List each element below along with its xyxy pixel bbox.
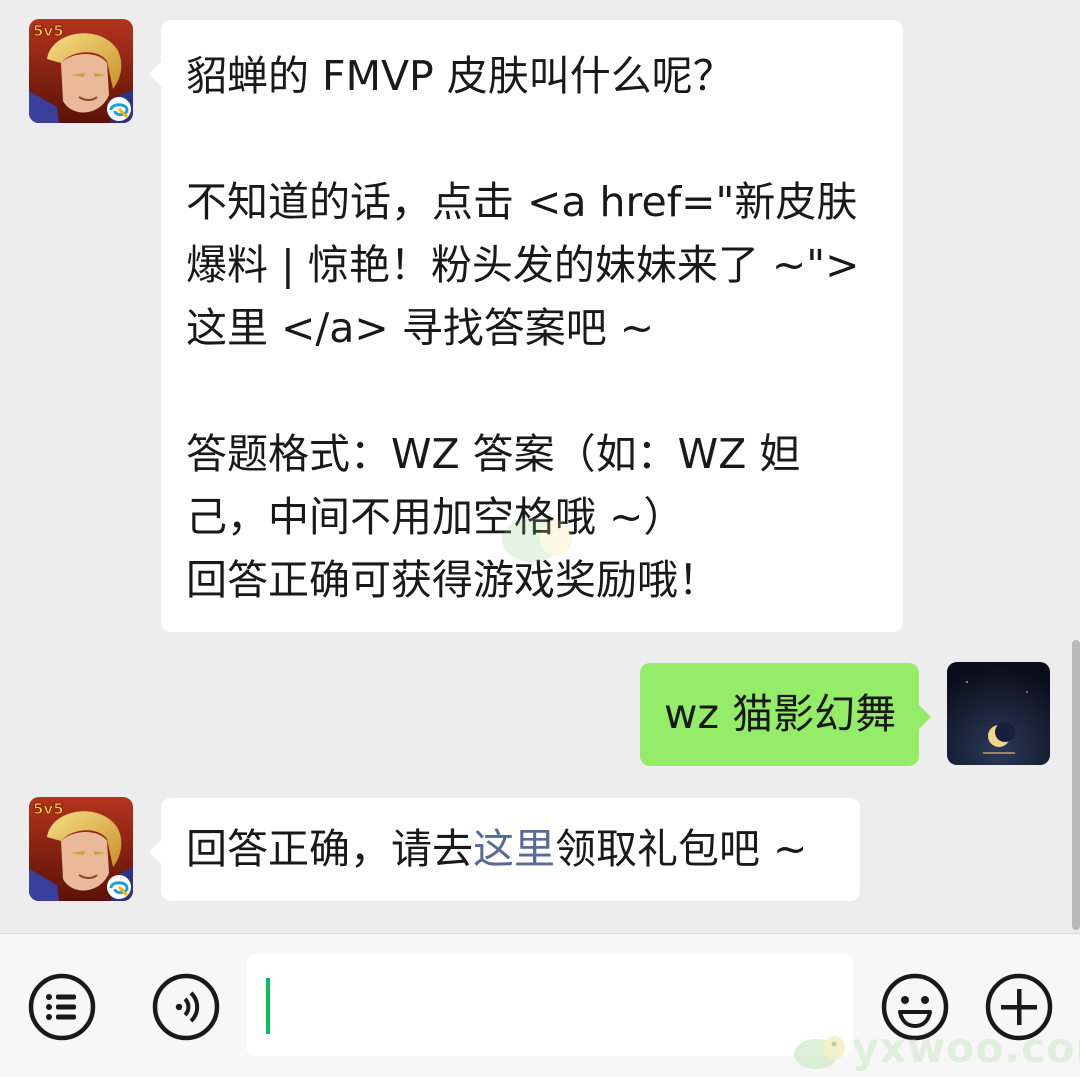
voice-icon[interactable] — [151, 972, 221, 1042]
message-bubble-incoming[interactable]: 回答正确，请去这里领取礼包吧 ~ — [149, 798, 860, 901]
message-answer: wz 猫影幻舞 — [664, 690, 897, 738]
svg-text:5v5: 5v5 — [33, 22, 64, 40]
my-avatar[interactable] — [947, 662, 1050, 765]
honor-of-kings-avatar-icon: 5v5 — [29, 19, 133, 123]
sender-avatar[interactable]: 5v5 — [29, 19, 133, 123]
menu-list-icon[interactable] — [27, 972, 97, 1042]
text-caret — [266, 978, 270, 1034]
message-hint: 不知道的话，点击 <a href="新皮肤爆料 | 惊艳！粉头发的妹妹来了 ~"… — [186, 178, 873, 352]
scrollbar[interactable] — [1072, 640, 1080, 930]
honor-of-kings-avatar-icon: 5v5 — [29, 797, 133, 901]
watermark-logo-icon — [794, 1036, 845, 1069]
svg-text:5v5: 5v5 — [33, 800, 64, 818]
message-question: 貂蝉的 FMVP 皮肤叫什么呢？ — [186, 52, 734, 100]
sender-avatar[interactable]: 5v5 — [29, 797, 133, 901]
chat-area: 5v5 貂蝉的 FMVP 皮肤叫什么呢？ 不知道的话，点击 <a href="新… — [0, 0, 1080, 933]
reward-link[interactable]: 这里 — [473, 825, 555, 873]
message-input[interactable] — [247, 954, 853, 1056]
message-bubble-outgoing[interactable]: wz 猫影幻舞 — [640, 663, 931, 766]
moon-night-avatar-icon — [947, 662, 1050, 765]
watermark-text: yxwoo.com — [852, 1024, 1080, 1072]
watermark-mascot-icon — [490, 500, 580, 574]
message-reply-text: 回答正确，请去这里领取礼包吧 ~ — [186, 825, 808, 873]
site-watermark: yxwoo.com — [790, 1024, 1080, 1074]
